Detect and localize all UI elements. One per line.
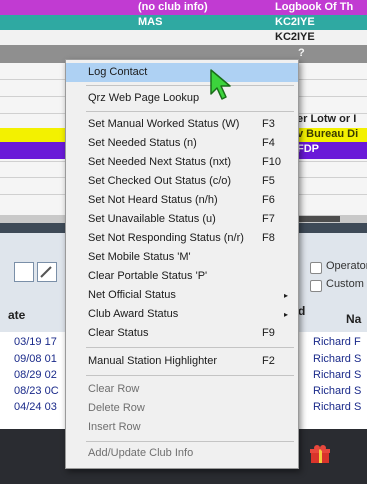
menu-item-clear-status[interactable]: Clear Status F9 (66, 324, 298, 343)
menu-item-label: Set Not Heard Status (n/h) (88, 194, 218, 206)
date-column-header[interactable]: ate (8, 308, 25, 322)
d-column-header[interactable]: d (298, 304, 305, 318)
menu-item-label: Clear Portable Status 'P' (88, 270, 208, 282)
menu-separator (86, 111, 294, 112)
name-column-header[interactable]: Na (346, 312, 361, 326)
log-row-teal[interactable]: MAS KC2IYE (0, 15, 367, 30)
operator-checkbox[interactable] (310, 262, 322, 274)
row-fragment-qmark: ? (298, 47, 305, 59)
menu-item-label: Delete Row (88, 402, 145, 414)
log-row-light[interactable]: KC2IYE (0, 30, 367, 45)
logbook-app-window: (no club info) Logbook Of Th MAS KC2IYE … (0, 0, 367, 484)
chevron-right-icon: ▸ (284, 310, 289, 319)
chevron-right-icon: ▸ (284, 291, 289, 300)
row-fragment-lotw: er Lotw or I (297, 113, 357, 125)
menu-item-label: Set Mobile Status 'M' (88, 251, 191, 263)
menu-item-label: Net Official Status (88, 289, 176, 301)
log-row-name[interactable]: Richard S (313, 385, 361, 397)
menu-item-label: Set Unavailable Status (u) (88, 213, 216, 225)
menu-item-label: Clear Row (88, 383, 140, 395)
menu-item-set-needed[interactable]: Set Needed Status (n) F4 (66, 134, 298, 153)
menu-item-label: Insert Row (88, 421, 141, 433)
menu-separator (86, 441, 294, 442)
row-cell-callsign-2: KC2IYE (275, 31, 315, 43)
menu-item-set-manual-worked[interactable]: Set Manual Worked Status (W) F3 (66, 115, 298, 134)
menu-item-label: Set Needed Next Status (nxt) (88, 156, 232, 168)
menu-item-shortcut: F5 (262, 175, 275, 187)
club-info-cell[interactable]: (no club info) (138, 0, 208, 15)
menu-item-shortcut: F4 (262, 137, 275, 149)
log-row-name[interactable]: Richard S (313, 369, 361, 381)
menu-item-set-checked-out[interactable]: Set Checked Out Status (c/o) F5 (66, 172, 298, 191)
log-row-date[interactable]: 08/23 0C (14, 385, 59, 397)
menu-item-label: Set Manual Worked Status (W) (88, 118, 240, 130)
menu-item-shortcut: F2 (262, 355, 275, 367)
menu-item-set-mobile[interactable]: Set Mobile Status 'M' (66, 248, 298, 267)
menu-item-shortcut: F9 (262, 327, 275, 339)
custom-checkbox[interactable] (310, 280, 322, 292)
log-row-date[interactable]: 08/29 02 (14, 369, 57, 381)
menu-separator (86, 347, 294, 348)
menu-item-shortcut: F7 (262, 213, 275, 225)
menu-item-set-not-heard[interactable]: Set Not Heard Status (n/h) F6 (66, 191, 298, 210)
menu-item-add-update-club-info[interactable]: Add/Update Club Info (66, 444, 298, 463)
custom-label: Custom I (326, 278, 367, 290)
menu-item-insert-row[interactable]: Insert Row (66, 418, 298, 437)
log-row-date[interactable]: 09/08 01 (14, 353, 57, 365)
logbook-of-the-world-header[interactable]: Logbook Of Th (275, 0, 353, 15)
menu-item-clear-row[interactable]: Clear Row (66, 380, 298, 399)
header-row-magenta: (no club info) Logbook Of Th (0, 0, 367, 15)
edit-icon[interactable] (37, 262, 57, 282)
gift-icon[interactable] (309, 444, 333, 469)
menu-item-net-official-status[interactable]: Net Official Status ▸ (66, 286, 298, 305)
menu-item-manual-station-highlighter[interactable]: Manual Station Highlighter F2 (66, 352, 298, 371)
row-fragment-bureau: v Bureau Di (297, 128, 359, 140)
menu-item-label: Set Checked Out Status (c/o) (88, 175, 232, 187)
menu-item-label: Clear Status (88, 327, 149, 339)
menu-item-club-award-status[interactable]: Club Award Status ▸ (66, 305, 298, 324)
operator-label: Operator (326, 260, 367, 272)
menu-item-shortcut: F10 (262, 156, 281, 168)
menu-item-label: Add/Update Club Info (88, 447, 194, 459)
menu-item-label: Qrz Web Page Lookup (88, 92, 200, 104)
mouse-pointer-icon (208, 68, 236, 102)
scrollbar-thumb[interactable] (296, 216, 340, 222)
log-row-name[interactable]: Richard S (313, 401, 361, 413)
menu-separator (86, 85, 294, 86)
menu-item-log-contact[interactable]: Log Contact (66, 63, 298, 82)
menu-item-delete-row[interactable]: Delete Row (66, 399, 298, 418)
menu-item-label: Manual Station Highlighter (88, 355, 218, 367)
menu-item-shortcut: F8 (262, 232, 275, 244)
menu-item-set-needed-next[interactable]: Set Needed Next Status (nxt) F10 (66, 153, 298, 172)
menu-item-qrz-lookup[interactable]: Qrz Web Page Lookup (66, 89, 298, 108)
log-row-date[interactable]: 04/24 03 (14, 401, 57, 413)
toolbar-button-1[interactable] (14, 262, 34, 282)
menu-item-set-unavailable[interactable]: Set Unavailable Status (u) F7 (66, 210, 298, 229)
context-menu: Log Contact Qrz Web Page Lookup Set Manu… (65, 59, 299, 469)
menu-item-shortcut: F3 (262, 118, 275, 130)
menu-item-label: Set Needed Status (n) (88, 137, 197, 149)
log-row-name[interactable]: Richard S (313, 353, 361, 365)
menu-item-set-not-responding[interactable]: Set Not Responding Status (n/r) F8 (66, 229, 298, 248)
row-cell-mas: MAS (138, 16, 163, 28)
menu-item-shortcut: F6 (262, 194, 275, 206)
row-cell-callsign: KC2IYE (275, 16, 315, 28)
menu-item-label: Log Contact (88, 66, 148, 78)
log-row-date[interactable]: 03/19 17 (14, 336, 57, 348)
row-fragment-fdp: FDP (297, 143, 319, 155)
menu-item-label: Set Not Responding Status (n/r) (88, 232, 244, 244)
log-row-name[interactable]: Richard F (313, 336, 361, 348)
menu-separator (86, 375, 294, 376)
menu-item-label: Club Award Status (88, 308, 179, 320)
menu-item-clear-portable[interactable]: Clear Portable Status 'P' (66, 267, 298, 286)
